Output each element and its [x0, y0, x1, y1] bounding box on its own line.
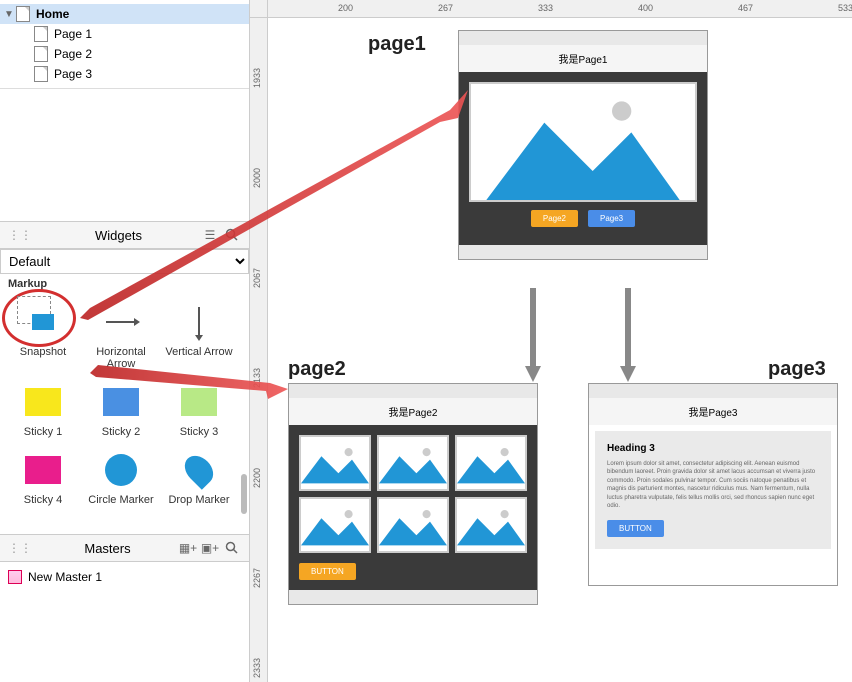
sticky-yellow-icon: [23, 382, 63, 422]
mockup-window-header: [459, 31, 707, 45]
widgets-panel-header: ⋮⋮ Widgets ☰: [0, 221, 249, 249]
mockup-title: 我是Page3: [589, 398, 837, 425]
mockup-window-header: [589, 384, 837, 398]
masters-search-icon[interactable]: [223, 539, 241, 557]
widget-section: Markup: [0, 274, 249, 294]
mockup-body-text: Lorem ipsum dolor sit amet, consectetur …: [607, 460, 819, 510]
mockup-btn-page2[interactable]: Page2: [531, 210, 578, 227]
widgets-search-icon[interactable]: [223, 226, 241, 244]
masters-folder-icon[interactable]: ▣+: [201, 539, 219, 557]
sticky-blue-icon: [101, 382, 141, 422]
tree-root-home[interactable]: ▼ Home: [0, 4, 249, 24]
grip-icon[interactable]: ⋮⋮: [8, 228, 32, 242]
mockup-button[interactable]: BUTTON: [607, 520, 664, 537]
canvas-label-page1: page1: [368, 33, 426, 56]
tree-page-1[interactable]: Page 1: [0, 24, 249, 44]
masters-list: New Master 1: [0, 562, 249, 682]
tree-label: Page 2: [54, 47, 92, 61]
widget-vertical-arrow[interactable]: Vertical Arrow: [160, 302, 238, 370]
mockup-page3[interactable]: 我是Page3 Heading 3 Lorem ipsum dolor sit …: [588, 383, 838, 586]
ruler-vertical: 1933 2000 2067 2133 2200 2267 2333: [250, 18, 268, 682]
widget-sticky-3[interactable]: Sticky 3: [160, 382, 238, 438]
widget-sticky-4[interactable]: Sticky 4: [4, 450, 82, 506]
mockup-window-header: [289, 384, 537, 398]
widgets-title: Widgets: [40, 228, 197, 243]
drop-marker-icon: [179, 450, 219, 490]
sticky-green-icon: [179, 382, 219, 422]
tree-page-2[interactable]: Page 2: [0, 44, 249, 64]
widgets-scroll[interactable]: Markup Snapshot Horizontal Arrow Vertica…: [0, 274, 249, 534]
mockup-page1[interactable]: 我是Page1 Page2 Page3: [458, 30, 708, 260]
ruler-horizontal: 200 267 333 400 467 533: [268, 0, 852, 18]
image-placeholder: [299, 435, 371, 491]
masters-add-icon[interactable]: ▦+: [179, 539, 197, 557]
left-panel: ▼ Home Page 1 Page 2 Page 3 ⋮⋮ Widgets ☰: [0, 0, 250, 682]
mockup-button[interactable]: BUTTON: [299, 563, 356, 580]
image-placeholder: [377, 435, 449, 491]
flow-arrow-icon: [523, 288, 543, 383]
mockup-heading: Heading 3: [607, 443, 819, 454]
page-icon: [34, 46, 48, 62]
sticky-pink-icon: [23, 450, 63, 490]
widget-circle-marker[interactable]: Circle Marker: [82, 450, 160, 506]
page-icon: [34, 26, 48, 42]
image-placeholder: [377, 497, 449, 553]
image-placeholder: [299, 497, 371, 553]
tree-label: Page 1: [54, 27, 92, 41]
mockup-title: 我是Page2: [289, 398, 537, 425]
widget-snapshot[interactable]: Snapshot: [4, 302, 82, 370]
tree-page-3[interactable]: Page 3: [0, 64, 249, 84]
page-icon: [16, 6, 30, 22]
tree-label: Page 3: [54, 67, 92, 81]
widget-drop-marker[interactable]: Drop Marker: [160, 450, 238, 506]
master-item[interactable]: New Master 1: [8, 568, 241, 586]
master-icon: [8, 570, 22, 584]
mockup-page2[interactable]: 我是Page2 BUTTON: [288, 383, 538, 605]
canvas-label-page2: page2: [288, 358, 346, 381]
tree-root-label: Home: [36, 7, 69, 21]
widget-sticky-1[interactable]: Sticky 1: [4, 382, 82, 438]
image-placeholder: [469, 82, 697, 202]
mockup-btn-page3[interactable]: Page3: [588, 210, 635, 227]
image-grid: [299, 435, 527, 553]
ruler-corner: [250, 0, 268, 18]
widget-library-select[interactable]: Default: [0, 249, 249, 274]
image-placeholder: [455, 435, 527, 491]
master-label: New Master 1: [28, 570, 102, 584]
flow-arrow-icon: [618, 288, 638, 383]
collapse-icon[interactable]: ▼: [4, 9, 16, 20]
grip-icon[interactable]: ⋮⋮: [8, 541, 32, 555]
pages-tree: ▼ Home Page 1 Page 2 Page 3: [0, 0, 249, 89]
masters-title: Masters: [40, 541, 175, 556]
widget-sticky-2[interactable]: Sticky 2: [82, 382, 160, 438]
mockup-title: 我是Page1: [459, 45, 707, 72]
image-placeholder: [455, 497, 527, 553]
widget-horizontal-arrow[interactable]: Horizontal Arrow: [82, 302, 160, 370]
snapshot-icon: [23, 302, 63, 342]
canvas[interactable]: 200 267 333 400 467 533 1933 2000 2067 2…: [250, 0, 852, 682]
page-icon: [34, 66, 48, 82]
scrollbar-thumb[interactable]: [241, 474, 247, 514]
widgets-menu-icon[interactable]: ☰: [201, 226, 219, 244]
canvas-content[interactable]: page1 page2 page3 我是Page1 Page2 Page3 我是…: [268, 18, 852, 682]
vertical-arrow-icon: [179, 302, 219, 342]
horizontal-arrow-icon: [101, 302, 141, 342]
circle-marker-icon: [101, 450, 141, 490]
canvas-label-page3: page3: [768, 358, 826, 381]
masters-panel-header: ⋮⋮ Masters ▦+ ▣+: [0, 534, 249, 562]
